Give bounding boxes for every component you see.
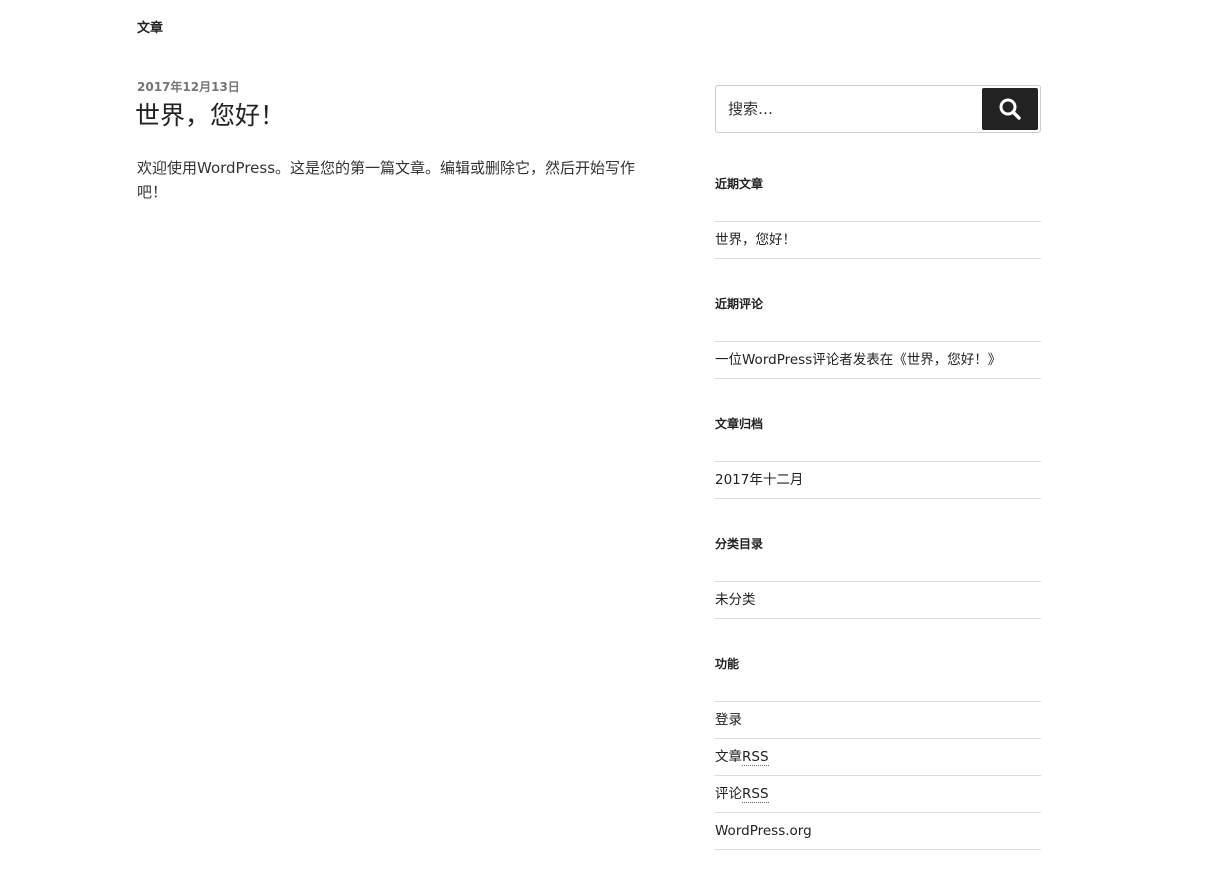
archive-link[interactable]: 2017年十二月 [715, 472, 803, 488]
widget-title-meta: 功能 [715, 657, 740, 671]
widget-archives: 文章归档 2017年十二月 [715, 416, 1041, 499]
widget-title-categories: 分类目录 [715, 537, 764, 551]
wordpress-org-link[interactable]: WordPress.org [715, 823, 812, 839]
entries-rss-abbr: RSS [742, 749, 769, 766]
page: 文章 2017年12月13日 世界，您好！ 欢迎使用WordPress。这是您的… [0, 0, 1212, 874]
widget-recent-posts: 近期文章 世界，您好！ [715, 176, 1041, 259]
comments-rss-abbr: RSS [742, 786, 769, 803]
list-item: WordPress.org [715, 813, 1041, 850]
recent-posts-list: 世界，您好！ [715, 221, 1041, 259]
recent-post-link[interactable]: 世界，您好！ [715, 232, 796, 248]
list-item: 登录 [715, 702, 1041, 739]
meta-list: 登录 文章RSS 评论RSS WordPress.org [715, 701, 1041, 850]
post-article: 2017年12月13日 世界，您好！ 欢迎使用WordPress。这是您的第一篇… [135, 78, 662, 204]
category-link[interactable]: 未分类 [715, 592, 756, 608]
search-icon [999, 98, 1021, 120]
widget-title-recent-comments: 近期评论 [715, 297, 764, 311]
post-body: 欢迎使用WordPress。这是您的第一篇文章。编辑或删除它，然后开始写作吧！ [137, 159, 636, 201]
widget-title-recent-posts: 近期文章 [715, 177, 764, 191]
widget-categories: 分类目录 未分类 [715, 536, 1041, 619]
login-link[interactable]: 登录 [715, 712, 742, 728]
search-form [715, 85, 1041, 133]
widget-recent-comments: 近期评论 一位WordPress评论者发表在《世界，您好！》 [715, 296, 1041, 379]
main-content: 2017年12月13日 世界，您好！ 欢迎使用WordPress。这是您的第一篇… [135, 78, 662, 204]
list-item: 评论RSS [715, 776, 1041, 813]
sidebar: 近期文章 世界，您好！ 近期评论 一位WordPress评论者发表在《世界，您好… [715, 85, 1041, 850]
entries-rss-prefix: 文章 [715, 749, 742, 765]
list-item: 文章RSS [715, 739, 1041, 776]
post-title-link[interactable]: 世界，您好！ [135, 100, 662, 132]
categories-list: 未分类 [715, 581, 1041, 619]
entries-rss-link[interactable]: 文章RSS [715, 749, 769, 766]
widget-meta: 功能 登录 文章RSS 评论RSS WordPress.org [715, 656, 1041, 850]
list-item: 世界，您好！ [715, 222, 1041, 259]
widget-title-archives: 文章归档 [715, 417, 764, 431]
search-input[interactable] [716, 86, 982, 132]
recent-comment-link[interactable]: 一位WordPress评论者发表在《世界，您好！》 [715, 352, 1001, 368]
page-header-title: 文章 [137, 21, 164, 36]
search-button[interactable] [982, 88, 1038, 130]
comments-rss-link[interactable]: 评论RSS [715, 786, 769, 803]
archives-list: 2017年十二月 [715, 461, 1041, 499]
list-item: 未分类 [715, 582, 1041, 619]
comments-rss-prefix: 评论 [715, 786, 742, 802]
list-item: 2017年十二月 [715, 462, 1041, 499]
recent-comments-list: 一位WordPress评论者发表在《世界，您好！》 [715, 341, 1041, 379]
list-item: 一位WordPress评论者发表在《世界，您好！》 [715, 342, 1041, 379]
post-date-link[interactable]: 2017年12月13日 [137, 78, 662, 96]
